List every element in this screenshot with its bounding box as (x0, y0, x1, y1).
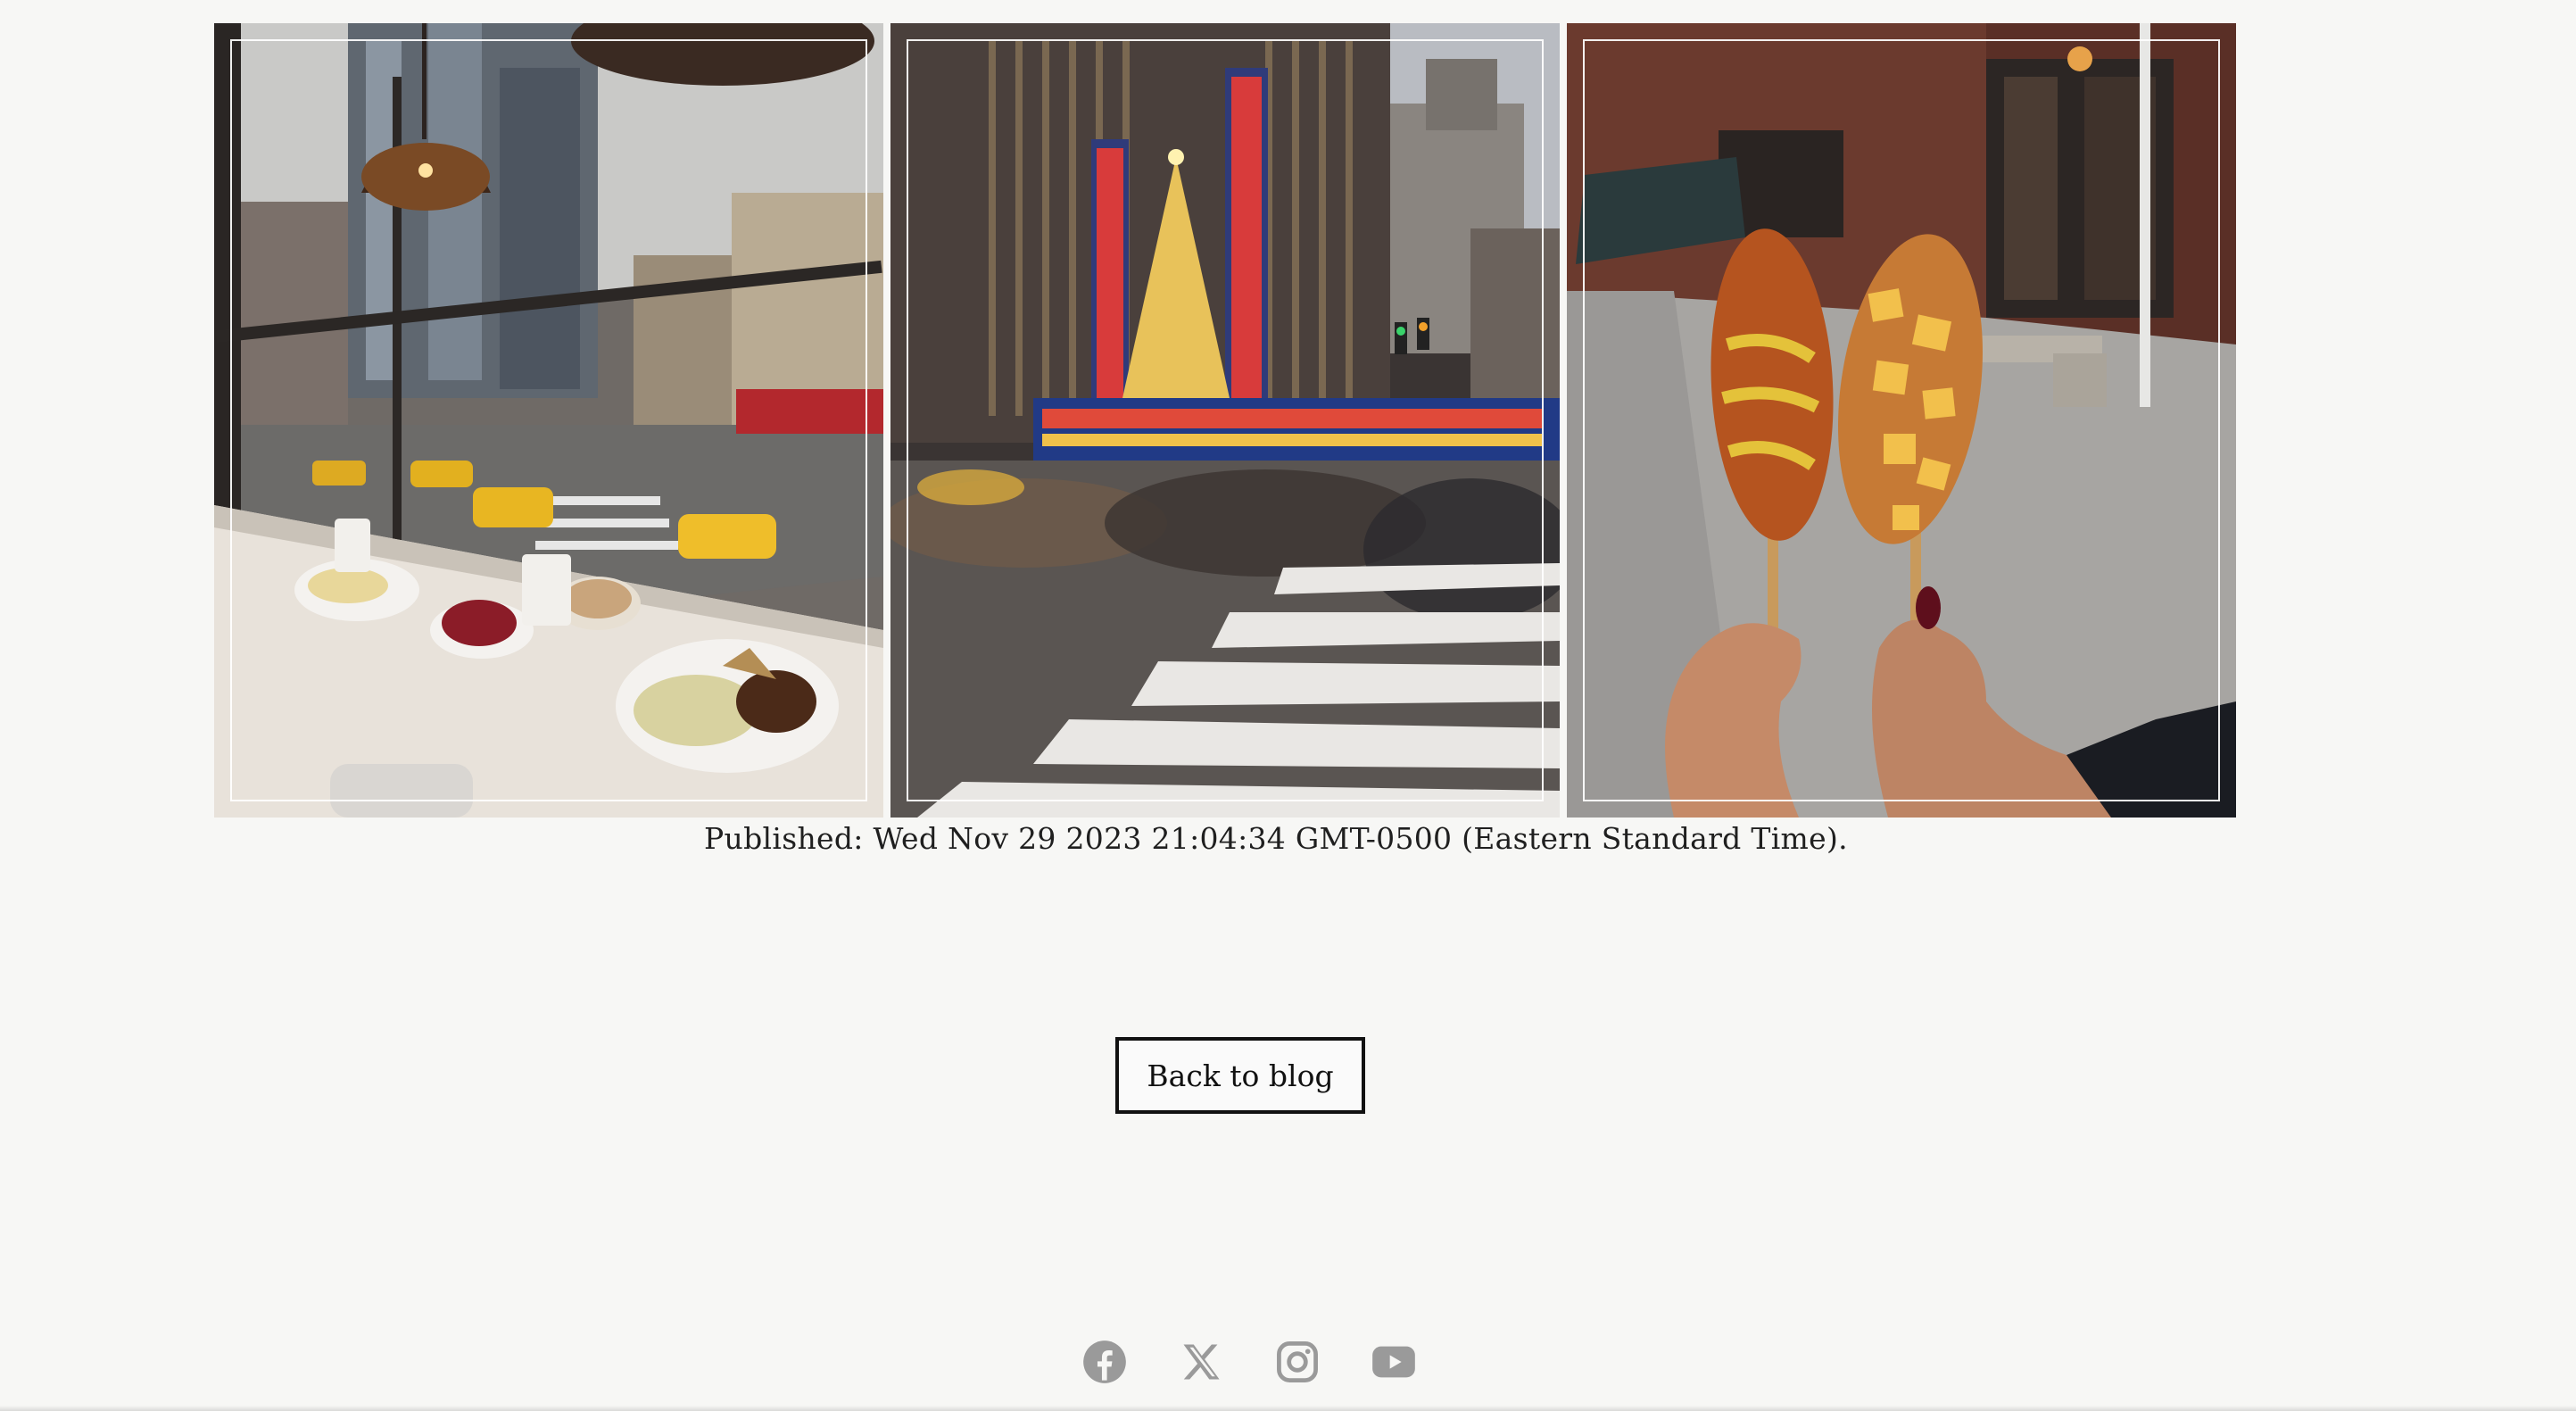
footer-edge (0, 1406, 2576, 1411)
youtube-icon[interactable] (1371, 1339, 1417, 1385)
back-to-blog-button[interactable]: Back to blog (1115, 1037, 1365, 1114)
photo-gallery (214, 23, 2237, 818)
gallery-photo-corn-dogs[interactable] (1567, 23, 2236, 818)
x-icon[interactable] (1178, 1339, 1224, 1385)
social-links (1081, 1339, 1417, 1385)
facebook-icon[interactable] (1081, 1339, 1128, 1385)
published-date: Published: Wed Nov 29 2023 21:04:34 GMT-… (704, 821, 1848, 856)
instagram-icon[interactable] (1274, 1339, 1321, 1385)
cafe-photo-image (214, 23, 883, 818)
corn-dogs-photo-image (1567, 23, 2236, 818)
gallery-photo-radio-city[interactable] (890, 23, 1560, 818)
radio-city-photo-image (890, 23, 1560, 818)
blog-post-page: Published: Wed Nov 29 2023 21:04:34 GMT-… (0, 0, 2576, 1411)
gallery-photo-cafe[interactable] (214, 23, 883, 818)
